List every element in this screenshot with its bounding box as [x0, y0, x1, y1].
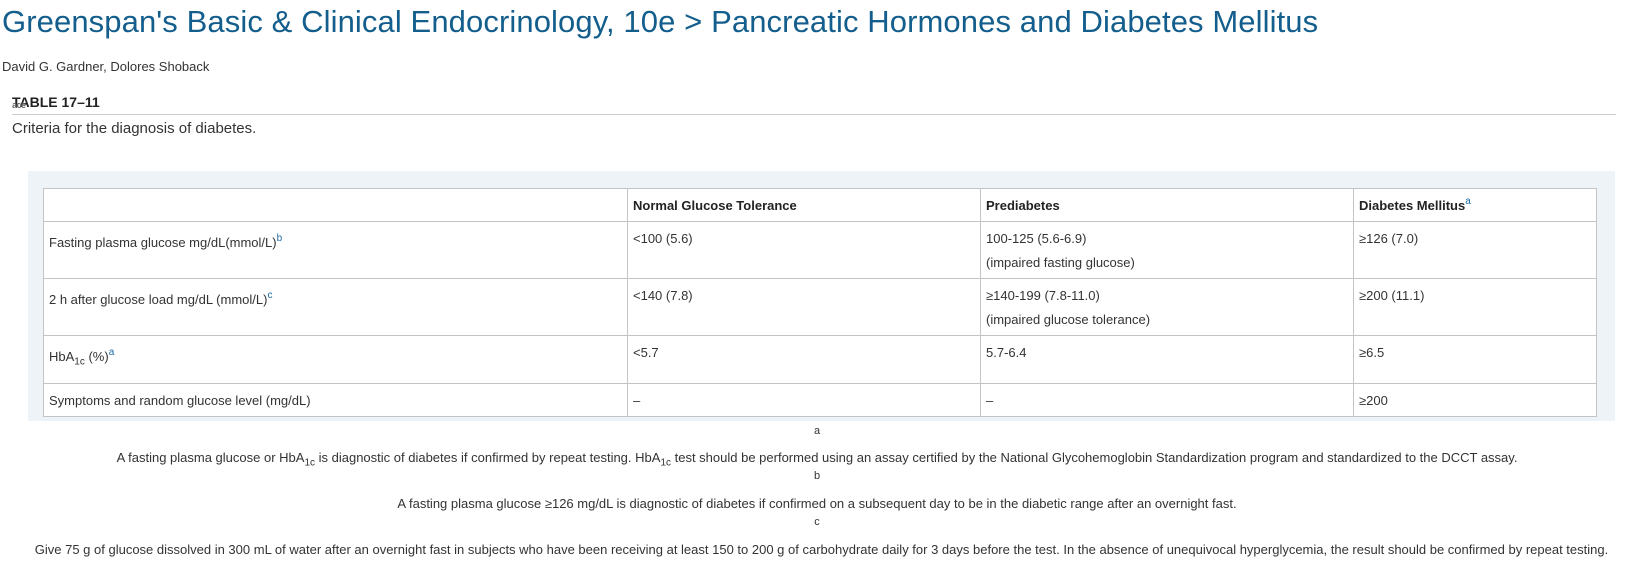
footnote-text-b: A fasting plasma glucose ≥126 mg/dL is d… [397, 496, 1237, 511]
diabetes-cell: ≥6.5 [1353, 335, 1597, 384]
cell-value: 5.7-6.4 [986, 345, 1027, 360]
footnote-link-a[interactable]: a [109, 347, 115, 358]
footnote-text-a: A fasting plasma glucose or HbA1c is dia… [0, 450, 1634, 469]
row-label: 2 h after glucose load mg/dL (mmol/L) [49, 292, 268, 307]
column-header-label: Prediabetes [986, 197, 1060, 213]
column-header-normal: Normal Glucose Tolerance [627, 188, 981, 222]
cell-value: ≥126 (7.0) [1359, 231, 1419, 246]
footnote-text-c: Give 75 g of glucose dissolved in 300 mL… [34, 542, 1609, 557]
cell-value: 100-125 (5.6-6.9) [986, 231, 1087, 246]
row-label: Symptoms and random glucose level (mg/dL… [49, 392, 311, 408]
cell-value: <140 (7.8) [633, 288, 693, 303]
row-label: HbA1c (%) [49, 349, 109, 368]
cell-value: ≥200 [1359, 392, 1388, 408]
normal-cell: – [627, 382, 981, 417]
footnote-link-c[interactable]: c [267, 290, 272, 301]
cell-value: – [633, 392, 641, 408]
footnote-subscript: 1c [304, 457, 316, 469]
normal-cell: <100 (5.6) [627, 221, 981, 279]
row-label: Fasting plasma glucose mg/dL(mmol/L) [49, 235, 277, 250]
footnote-link-a[interactable]: a [1465, 196, 1471, 207]
table-header-row: Normal Glucose Tolerance Prediabetes Dia… [43, 188, 1597, 222]
row-label-cell: 2 h after glucose load mg/dL (mmol/L)c [43, 278, 628, 336]
normal-cell: <5.7 [627, 335, 981, 384]
table-panel: Normal Glucose Tolerance Prediabetes Dia… [28, 171, 1615, 421]
cell-value: <5.7 [633, 345, 659, 360]
cell-note: (impaired glucose tolerance) [986, 312, 1151, 327]
table-caption: Criteria for the diagnosis of diabetes. [12, 120, 257, 137]
row-label-cell: Fasting plasma glucose mg/dL(mmol/L)b [43, 221, 628, 279]
authors: David G. Gardner, Dolores Shoback [2, 59, 210, 74]
table-row: 2 h after glucose load mg/dL (mmol/L)c <… [43, 278, 1597, 336]
column-header-prediabetes: Prediabetes [980, 188, 1354, 222]
footnote-subscript: 1c [660, 457, 671, 469]
footnote-marker-a: a [813, 425, 821, 437]
cell-value: <100 (5.6) [633, 231, 693, 246]
column-header-empty [43, 188, 628, 222]
row-label-cell: HbA1c (%)a [43, 335, 628, 384]
prediabetes-cell: ≥140-199 (7.8-11.0) (impaired glucose to… [980, 278, 1354, 336]
column-header-diabetes: Diabetes Mellitusa [1353, 188, 1597, 222]
diagnosis-criteria-table: Normal Glucose Tolerance Prediabetes Dia… [43, 188, 1597, 417]
cell-value: ≥6.5 [1359, 345, 1385, 360]
footnote-part: is diagnostic of diabetes if confirmed b… [315, 450, 661, 465]
diabetes-cell: ≥126 (7.0) [1353, 221, 1597, 279]
prediabetes-cell: – [980, 382, 1354, 417]
table-row: Symptoms and random glucose level (mg/dL… [43, 382, 1597, 417]
cell-value: ≥200 (11.1) [1359, 288, 1425, 303]
prediabetes-cell: 100-125 (5.6-6.9) (impaired fasting gluc… [980, 221, 1354, 279]
table-row: HbA1c (%)a <5.7 5.7-6.4 ≥6.5 [43, 335, 1597, 384]
table-row: Fasting plasma glucose mg/dL(mmol/L)b <1… [43, 221, 1597, 279]
footnote-marker-b: b [813, 470, 821, 482]
cell-value: ≥140-199 (7.8-11.0) [986, 288, 1100, 303]
footnote-marker-c: c [814, 516, 820, 528]
column-header-label: Normal Glucose Tolerance [633, 197, 797, 213]
column-header-label: Diabetes Mellitus [1359, 197, 1466, 213]
prediabetes-cell: 5.7-6.4 [980, 335, 1354, 384]
cell-note: (impaired fasting glucose) [986, 255, 1135, 270]
footnote-part: test should be performed using an assay … [671, 450, 1518, 465]
diabetes-cell: ≥200 [1353, 382, 1597, 417]
footnote-link-b[interactable]: b [277, 233, 283, 244]
row-label-cell: Symptoms and random glucose level (mg/dL… [43, 382, 628, 417]
normal-cell: <140 (7.8) [627, 278, 981, 336]
table-overlay-icon: ace [12, 100, 26, 110]
table-label-row: TABLE 17–11 ace [12, 94, 1616, 115]
row-label-main: HbA [49, 349, 75, 364]
book-chapter-title: Greenspan's Basic & Clinical Endocrinolo… [2, 4, 1319, 39]
row-label-subscript: 1c [74, 356, 85, 368]
footnote-part: A fasting plasma glucose or HbA [116, 450, 305, 465]
cell-value: – [986, 392, 994, 408]
diabetes-cell: ≥200 (11.1) [1353, 278, 1597, 336]
row-label-tail: (%) [84, 349, 109, 364]
